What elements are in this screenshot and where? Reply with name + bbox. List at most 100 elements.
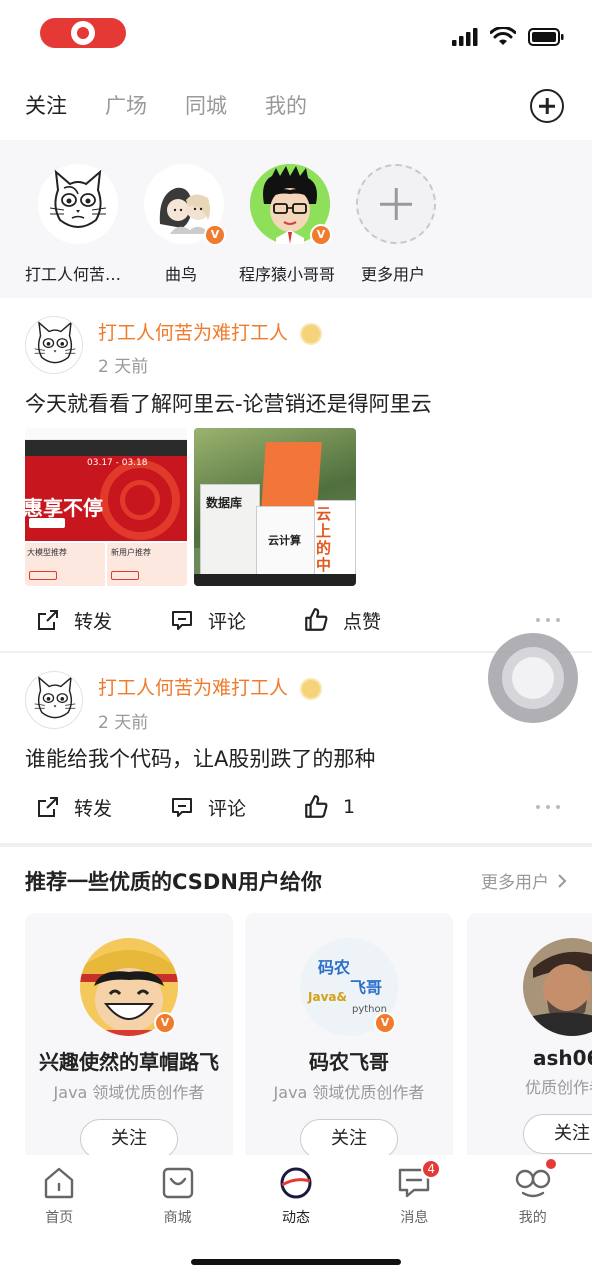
- banner-left-label: 大模型推荐: [27, 548, 67, 557]
- recommend-user-desc: 优质创作者: [525, 1078, 592, 1097]
- avatar: V: [144, 164, 226, 246]
- add-post-button[interactable]: [530, 89, 564, 123]
- recommend-user-desc: Java 领域优质创作者: [53, 1083, 205, 1102]
- thumbs-up-icon: [305, 795, 328, 818]
- verified-badge-icon: V: [154, 1012, 176, 1034]
- home-icon: [44, 1167, 74, 1199]
- following-user-item[interactable]: V 程序猿小哥哥: [237, 140, 343, 298]
- comment-icon: [172, 798, 192, 817]
- post-actions: 转发 评论 1: [0, 787, 592, 827]
- nav-home-label: 首页: [45, 1210, 74, 1226]
- nav-feed-label: 动态: [281, 1210, 310, 1226]
- tab-mine[interactable]: 我的: [265, 90, 307, 120]
- banner-right-label: 新用户推荐: [111, 548, 151, 557]
- tab-following[interactable]: 关注: [25, 90, 67, 120]
- level-badge-icon: [300, 322, 323, 345]
- avatar: [523, 938, 592, 1036]
- avatar-text-2: 飞哥: [350, 978, 383, 997]
- more-users-label: 更多用户: [360, 265, 425, 284]
- following-users-row: 打工人何苦为难打工人 V 曲鸟: [0, 140, 592, 298]
- recommend-user-card[interactable]: ash06 优质创作者 关注: [467, 913, 592, 1173]
- forward-button[interactable]: 转发: [36, 600, 112, 640]
- like-count: 1: [343, 796, 356, 818]
- cat-avatar-icon: [34, 676, 76, 719]
- nav-mall[interactable]: 商城: [118, 1155, 236, 1235]
- nav-home[interactable]: 首页: [0, 1155, 118, 1235]
- comment-label: 评论: [208, 610, 247, 633]
- author-avatar[interactable]: [25, 671, 83, 729]
- system-status-icons: [452, 26, 564, 48]
- comment-button[interactable]: 评论: [170, 787, 246, 827]
- recommend-user-name: ash06: [533, 1046, 592, 1070]
- like-button[interactable]: 1: [303, 787, 355, 827]
- tab-nearby[interactable]: 同城: [185, 90, 227, 120]
- battery-icon: [528, 28, 564, 46]
- share-icon: [38, 797, 58, 817]
- forward-label: 转发: [74, 610, 113, 633]
- forward-button[interactable]: 转发: [36, 787, 112, 827]
- avatar: V: [250, 164, 332, 246]
- follow-button[interactable]: 关注: [523, 1114, 592, 1154]
- comment-button[interactable]: 评论: [170, 600, 246, 640]
- avatar: V: [80, 938, 178, 1036]
- notification-dot: [545, 1159, 556, 1169]
- post-time: 2 天前: [98, 357, 149, 377]
- like-label: 点赞: [343, 610, 382, 633]
- comment-icon: [172, 611, 192, 630]
- recommend-title: 推荐一些优质的CSDN用户给你: [25, 870, 322, 894]
- author-name-text: 打工人何苦为难打工人: [98, 677, 289, 699]
- level-badge-icon: [300, 677, 323, 700]
- bottom-nav-bar: 首页 商城 动态 4 消息 我的: [0, 1155, 592, 1235]
- author-name-text: 打工人何苦为难打工人: [98, 322, 289, 344]
- author-avatar[interactable]: [25, 316, 83, 374]
- avatar-text-3: Java&: [308, 990, 347, 1004]
- plus-icon: [356, 164, 436, 244]
- nav-messages[interactable]: 4 消息: [355, 1155, 473, 1235]
- share-icon: [38, 610, 58, 630]
- wifi-icon: [490, 27, 516, 45]
- nav-messages-label: 消息: [400, 1210, 429, 1226]
- feed-icon: [280, 1167, 312, 1199]
- following-user-item[interactable]: 打工人何苦为难打工人: [25, 140, 131, 298]
- tab-square[interactable]: 广场: [105, 90, 147, 120]
- recommend-user-card[interactable]: 码农 飞哥 Java& python V 码农飞哥 Java 领域优质创作者 关…: [245, 913, 453, 1173]
- banner-date: 03.17 - 03.18: [87, 458, 148, 468]
- verified-badge-icon: V: [310, 224, 332, 246]
- more-options-icon[interactable]: [536, 618, 560, 622]
- avatar: 码农 飞哥 Java& python V: [300, 938, 398, 1036]
- post-content[interactable]: 今天就看看了解阿里云-论营销还是得阿里云: [25, 388, 432, 418]
- post-content[interactable]: 谁能给我个代码，让A股别跌了的那种: [25, 743, 375, 773]
- following-user-item[interactable]: V 曲鸟: [131, 140, 237, 298]
- nav-profile[interactable]: 我的: [474, 1155, 592, 1235]
- verified-badge-icon: V: [204, 224, 226, 246]
- cat-avatar-icon: [34, 321, 76, 364]
- section-divider: [0, 843, 592, 847]
- following-user-name: 打工人何苦为难打工人: [25, 265, 125, 284]
- author-name[interactable]: 打工人何苦为难打工人: [98, 318, 323, 345]
- more-users-button[interactable]: 更多用户: [343, 140, 449, 298]
- chevron-right-icon: [558, 873, 567, 888]
- screen-recording-indicator[interactable]: [40, 18, 126, 48]
- more-options-icon[interactable]: [536, 805, 560, 809]
- following-user-name: 程序猿小哥哥: [238, 265, 335, 284]
- post-image-books[interactable]: 数据库 云计算 云上的中国: [194, 428, 356, 586]
- more-users-link-label: 更多用户: [481, 873, 549, 893]
- follow-button[interactable]: 关注: [80, 1119, 178, 1159]
- avatar: [38, 164, 118, 244]
- like-button[interactable]: 点赞: [303, 600, 381, 640]
- follow-button[interactable]: 关注: [300, 1119, 398, 1159]
- avatar-text-1: 码农: [318, 958, 351, 977]
- more-users-link[interactable]: 更多用户: [481, 868, 567, 893]
- recommend-user-desc: Java 领域优质创作者: [273, 1083, 425, 1102]
- top-tab-bar: 关注 广场 同城 我的: [0, 70, 592, 140]
- shopping-bag-icon: [162, 1167, 193, 1199]
- nav-profile-label: 我的: [518, 1210, 547, 1226]
- author-name[interactable]: 打工人何苦为难打工人: [98, 673, 323, 700]
- nav-feed[interactable]: 动态: [237, 1155, 355, 1235]
- assistive-touch-button[interactable]: [488, 633, 578, 723]
- book-title-2: 云计算: [268, 534, 301, 547]
- home-indicator[interactable]: [191, 1259, 401, 1265]
- recommend-user-card[interactable]: V 兴趣使然的草帽路飞 Java 领域优质创作者 关注: [25, 913, 233, 1173]
- book-title-1: 数据库: [206, 496, 243, 510]
- post-image-aliyun-banner[interactable]: 03.17 - 03.18 惠享不停 大模型推荐 新用户推荐: [25, 428, 187, 586]
